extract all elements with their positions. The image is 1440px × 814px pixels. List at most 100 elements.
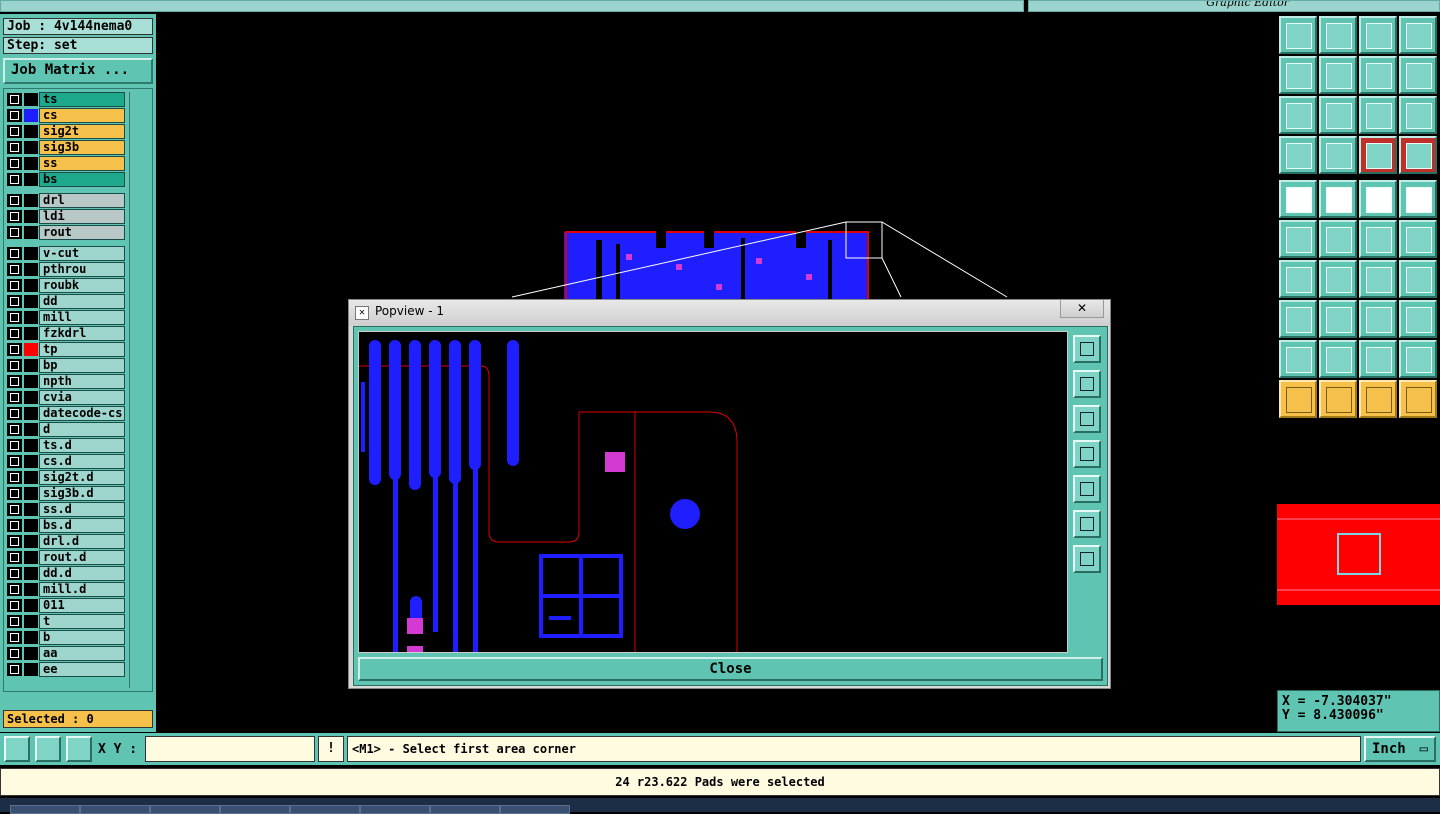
layer-checkbox[interactable] <box>7 599 22 612</box>
layer-row-drl.d[interactable]: drl.d <box>5 534 125 549</box>
layer-name[interactable]: drl <box>39 193 125 208</box>
layer-color-swatch[interactable] <box>24 141 38 154</box>
add-line-icon[interactable] <box>1319 180 1357 218</box>
layer-color-swatch[interactable] <box>24 311 38 324</box>
layer-name[interactable]: ee <box>39 662 125 677</box>
layer-name[interactable]: mill <box>39 310 125 325</box>
layer-row-pthrou[interactable]: pthrou <box>5 262 125 277</box>
layer-name[interactable]: b <box>39 630 125 645</box>
layer-checkbox[interactable] <box>7 279 22 292</box>
layer-row-sig3b.d[interactable]: sig3b.d <box>5 486 125 501</box>
layer-checkbox[interactable] <box>7 615 22 628</box>
layer-checkbox[interactable] <box>7 93 22 106</box>
snap-angle-icon[interactable] <box>35 736 61 762</box>
layer-row-rout.d[interactable]: rout.d <box>5 550 125 565</box>
layer-color-swatch[interactable] <box>24 194 38 207</box>
pan-right-icon[interactable] <box>1319 56 1357 94</box>
rotate-icon[interactable] <box>1359 260 1397 298</box>
layer-checkbox[interactable] <box>7 583 22 596</box>
layer-row-bs[interactable]: bs <box>5 172 125 187</box>
layer-row-sig2t[interactable]: sig2t <box>5 124 125 139</box>
layer-color-swatch[interactable] <box>24 631 38 644</box>
taskbar-item[interactable] <box>500 805 570 814</box>
layer-name[interactable]: pthrou <box>39 262 125 277</box>
layer-row-npth[interactable]: npth <box>5 374 125 389</box>
layer-checkbox[interactable] <box>7 295 22 308</box>
layer-row-ee[interactable]: ee <box>5 662 125 677</box>
layer-row-sig2t.d[interactable]: sig2t.d <box>5 470 125 485</box>
popview-pan-right-icon[interactable] <box>1073 475 1101 503</box>
cut-icon[interactable] <box>1399 300 1437 338</box>
popview-snap-icon[interactable] <box>1073 335 1101 363</box>
layer-color-swatch[interactable] <box>24 295 38 308</box>
layer-checkbox[interactable] <box>7 535 22 548</box>
angle-icon[interactable] <box>1279 260 1317 298</box>
layer-color-swatch[interactable] <box>24 125 38 138</box>
layer-checkbox[interactable] <box>7 423 22 436</box>
layer-row-b[interactable]: b <box>5 630 125 645</box>
layer-checkbox[interactable] <box>7 391 22 404</box>
layer-checkbox[interactable] <box>7 311 22 324</box>
layer-name[interactable]: sig3b <box>39 140 125 155</box>
layer-row-cvia[interactable]: cvia <box>5 390 125 405</box>
pan-left-icon[interactable] <box>1279 56 1317 94</box>
arch-triangle-icon[interactable] <box>1279 340 1317 378</box>
layer-color-swatch[interactable] <box>24 327 38 340</box>
snap-icon[interactable] <box>1319 136 1357 174</box>
layer-color-swatch[interactable] <box>24 359 38 372</box>
layer-checkbox[interactable] <box>7 439 22 452</box>
delete-icon[interactable] <box>1319 220 1357 258</box>
xy-input[interactable] <box>145 736 315 762</box>
layer-checkbox[interactable] <box>7 359 22 372</box>
popview-canvas[interactable] <box>358 331 1068 653</box>
layer-name[interactable]: tp <box>39 342 125 357</box>
layer-down-icon[interactable] <box>1319 16 1357 54</box>
layer-row-tp[interactable]: tp <box>5 342 125 357</box>
taskbar-item[interactable] <box>290 805 360 814</box>
layer-color-swatch[interactable] <box>24 226 38 239</box>
move-icon[interactable] <box>1359 220 1397 258</box>
popview-zoom-up-icon[interactable] <box>1073 370 1101 398</box>
layer-checkbox[interactable] <box>7 487 22 500</box>
center-icon[interactable] <box>1319 96 1357 134</box>
settings-icon[interactable] <box>1279 136 1317 174</box>
layer-color-swatch[interactable] <box>24 391 38 404</box>
layer-color-swatch[interactable] <box>24 615 38 628</box>
layer-color-swatch[interactable] <box>24 663 38 676</box>
layer-checkbox[interactable] <box>7 247 22 260</box>
layer-row-ss.d[interactable]: ss.d <box>5 502 125 517</box>
layer-row-aa[interactable]: aa <box>5 646 125 661</box>
layer-row-d[interactable]: d <box>5 422 125 437</box>
text-a-x-icon[interactable] <box>1399 340 1437 378</box>
layer-checkbox[interactable] <box>7 407 22 420</box>
dimension-icon[interactable] <box>1359 300 1397 338</box>
layer-color-swatch[interactable] <box>24 279 38 292</box>
layer-color-swatch[interactable] <box>24 247 38 260</box>
layer-list-scrollbar[interactable] <box>129 92 149 688</box>
layer-row-v-cut[interactable]: v-cut <box>5 246 125 261</box>
layer-name[interactable]: dd <box>39 294 125 309</box>
text-a-icon[interactable] <box>1319 340 1357 378</box>
select-net-icon[interactable] <box>1399 380 1437 418</box>
layer-color-swatch[interactable] <box>24 551 38 564</box>
layer-checkbox[interactable] <box>7 471 22 484</box>
layer-row-sig3b[interactable]: sig3b <box>5 140 125 155</box>
layer-name[interactable]: ts.d <box>39 438 125 453</box>
layer-name[interactable]: aa <box>39 646 125 661</box>
layer-name[interactable]: cs.d <box>39 454 125 469</box>
layer-checkbox[interactable] <box>7 567 22 580</box>
layer-name[interactable]: sig3b.d <box>39 486 125 501</box>
fit-icon[interactable] <box>1279 96 1317 134</box>
layer-checkbox[interactable] <box>7 663 22 676</box>
popview-titlebar[interactable]: ✕ Popview - 1 ✕ <box>349 300 1110 326</box>
layer-row-drl[interactable]: drl <box>5 193 125 208</box>
layer-name[interactable]: roubk <box>39 278 125 293</box>
layer-name[interactable]: rout <box>39 225 125 240</box>
copy-icon[interactable] <box>1399 220 1437 258</box>
connect-icon[interactable] <box>1279 220 1317 258</box>
layer-color-swatch[interactable] <box>24 173 38 186</box>
layer-name[interactable]: ts <box>39 92 125 107</box>
layer-name[interactable]: dd.d <box>39 566 125 581</box>
layer-color-swatch[interactable] <box>24 471 38 484</box>
layer-row-rout[interactable]: rout <box>5 225 125 240</box>
